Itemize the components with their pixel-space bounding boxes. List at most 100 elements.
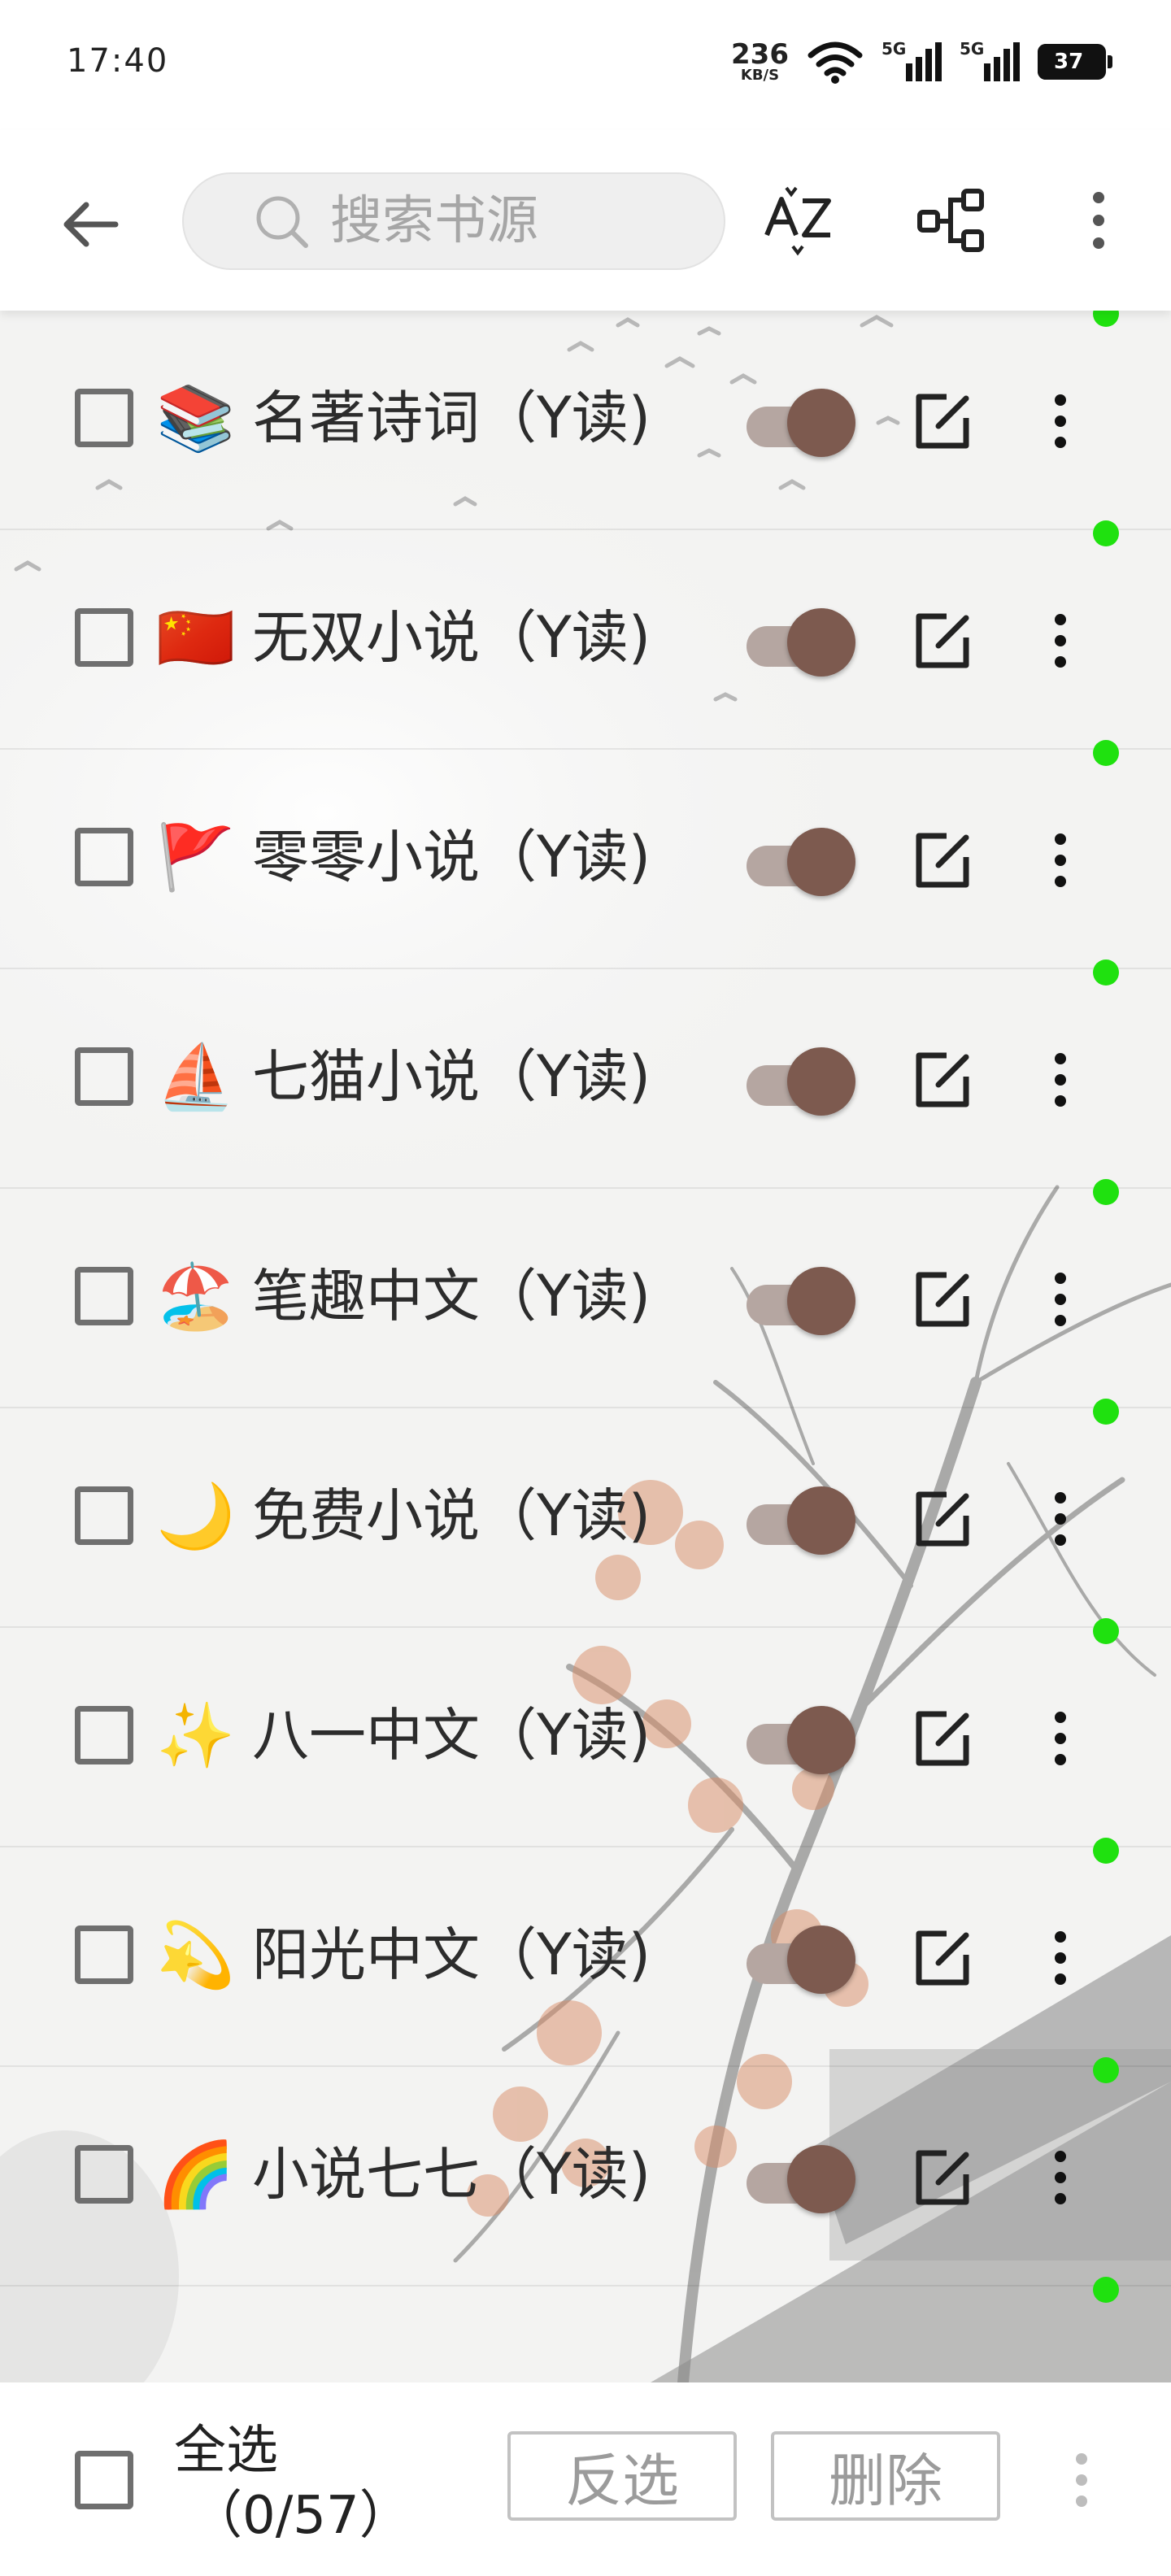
edit-button[interactable] (909, 389, 974, 454)
source-checkbox[interactable] (75, 2145, 133, 2204)
edit-button[interactable] (909, 1267, 974, 1332)
source-row[interactable]: 🚩 零零小说（Y读) (0, 740, 1171, 969)
source-name: 名著诗词（Y读) (252, 385, 651, 451)
source-name: 阳光中文（Y读) (252, 1921, 651, 1988)
source-checkbox[interactable] (75, 1047, 133, 1106)
more-dot (1055, 1315, 1066, 1326)
row-more-button[interactable] (1026, 1696, 1095, 1781)
source-emoji-icon: 📚 (156, 382, 236, 455)
more-dot (1055, 1053, 1066, 1064)
source-name: 免费小说（Y读) (252, 1482, 651, 1549)
select-all-checkbox[interactable] (75, 2451, 133, 2509)
source-row[interactable]: 🇨🇳 无双小说（Y读) (0, 520, 1171, 750)
source-emoji-icon: 🏖️ (156, 1260, 236, 1334)
source-name: 七猫小说（Y读) (252, 1043, 651, 1110)
source-row[interactable]: 📚 名著诗词（Y读) (0, 311, 1171, 530)
source-row[interactable]: ⛵ 七猫小说（Y读) (0, 959, 1171, 1189)
status-bar: 17:40 236 KB/S 5G 5G 37 (0, 0, 1171, 130)
switch-thumb (787, 1706, 855, 1774)
more-dot (1055, 1733, 1066, 1744)
more-dot (1055, 635, 1066, 646)
more-dot (1055, 1973, 1066, 1985)
edit-button[interactable] (909, 608, 974, 673)
more-dot (1055, 1294, 1066, 1305)
status-dot (1093, 520, 1119, 546)
edit-button[interactable] (909, 1047, 974, 1112)
enable-switch[interactable] (747, 1486, 855, 1555)
invert-selection-button[interactable]: 反选 (507, 2431, 737, 2521)
enable-switch[interactable] (747, 1925, 855, 1994)
edit-button[interactable] (909, 1486, 974, 1551)
back-button[interactable] (49, 184, 130, 265)
switch-thumb (787, 1925, 855, 1994)
edit-button[interactable] (909, 1706, 974, 1771)
more-dot (1055, 437, 1066, 448)
source-name: 零零小说（Y读) (252, 824, 651, 890)
source-checkbox[interactable] (75, 1925, 133, 1984)
switch-thumb (787, 1486, 855, 1555)
enable-switch[interactable] (747, 608, 855, 677)
source-emoji-icon: 🌈 (156, 2139, 236, 2212)
source-checkbox[interactable] (75, 608, 133, 667)
source-name: 无双小说（Y读) (252, 604, 651, 671)
source-row[interactable]: 🌙 免费小说（Y读) (0, 1399, 1171, 1628)
edit-button[interactable] (909, 828, 974, 893)
row-more-button[interactable] (1026, 1038, 1095, 1122)
switch-thumb (787, 828, 855, 896)
source-checkbox[interactable] (75, 389, 133, 447)
signal-5g-icon-2: 5G (960, 39, 1020, 85)
source-emoji-icon: ✨ (156, 1699, 236, 1773)
switch-thumb (787, 2145, 855, 2213)
edit-button[interactable] (909, 2145, 974, 2210)
enable-switch[interactable] (747, 1267, 855, 1335)
row-more-button[interactable] (1026, 1477, 1095, 1561)
edit-icon (916, 1711, 969, 1766)
wifi-icon (808, 41, 863, 84)
overflow-menu-button[interactable] (1054, 176, 1143, 265)
bottom-action-bar: 全选 （0/57） 反选 删除 (0, 2382, 1171, 2576)
select-all-label[interactable]: 全选 (174, 2418, 278, 2483)
source-row[interactable]: 🌈 小说七七（Y读) (0, 2057, 1171, 2287)
row-more-button[interactable] (1026, 1916, 1095, 2000)
row-more-button[interactable] (1026, 1257, 1095, 1342)
edit-icon (916, 1272, 969, 1327)
sort-button[interactable] (755, 176, 844, 265)
source-name: 笔趣中文（Y读) (252, 1263, 651, 1329)
enable-switch[interactable] (747, 389, 855, 457)
source-name: 八一中文（Y读) (252, 1702, 651, 1769)
bottom-more-button[interactable] (1057, 2439, 1106, 2521)
network-speed-value: 236 (731, 38, 789, 71)
source-row[interactable]: 🏖️ 笔趣中文（Y读) (0, 1179, 1171, 1408)
source-checkbox[interactable] (75, 1706, 133, 1764)
enable-switch[interactable] (747, 1047, 855, 1116)
row-more-button[interactable] (1026, 2135, 1095, 2220)
source-row[interactable]: ✨ 八一中文（Y读) (0, 1618, 1171, 1847)
edit-button[interactable] (909, 1925, 974, 1991)
status-dot (1093, 2057, 1119, 2083)
battery-icon: 37 (1038, 44, 1112, 80)
more-dot (1055, 1492, 1066, 1503)
source-checkbox[interactable] (75, 828, 133, 886)
more-dot (1055, 1754, 1066, 1765)
row-more-button[interactable] (1026, 598, 1095, 683)
source-emoji-icon: 💫 (156, 1919, 236, 1992)
switch-thumb (787, 389, 855, 457)
more-dot (1055, 1513, 1066, 1525)
source-checkbox[interactable] (75, 1267, 133, 1325)
enable-switch[interactable] (747, 1706, 855, 1774)
enable-switch[interactable] (747, 2145, 855, 2213)
row-more-button[interactable] (1026, 379, 1095, 463)
enable-switch[interactable] (747, 828, 855, 896)
edit-icon (916, 394, 969, 449)
group-button[interactable] (908, 176, 997, 265)
search-bar[interactable] (182, 172, 725, 270)
source-checkbox[interactable] (75, 1486, 133, 1545)
more-dot (1055, 1931, 1066, 1943)
status-time: 17:40 (67, 42, 169, 80)
source-row[interactable]: 💫 阳光中文（Y读) (0, 1838, 1171, 2067)
source-emoji-icon: 🇨🇳 (156, 602, 236, 675)
delete-button[interactable]: 删除 (771, 2431, 1000, 2521)
az-sort-icon (764, 186, 831, 256)
search-input[interactable] (329, 190, 673, 252)
row-more-button[interactable] (1026, 818, 1095, 903)
